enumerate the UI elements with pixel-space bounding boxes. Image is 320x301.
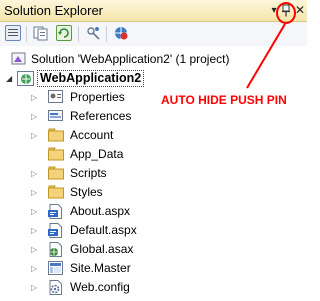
annotation-circle — [276, 2, 296, 24]
annotation-line — [246, 23, 286, 89]
annotation-overlay — [246, 2, 296, 89]
annotation-label: AUTO HIDE PUSH PIN — [161, 93, 287, 107]
